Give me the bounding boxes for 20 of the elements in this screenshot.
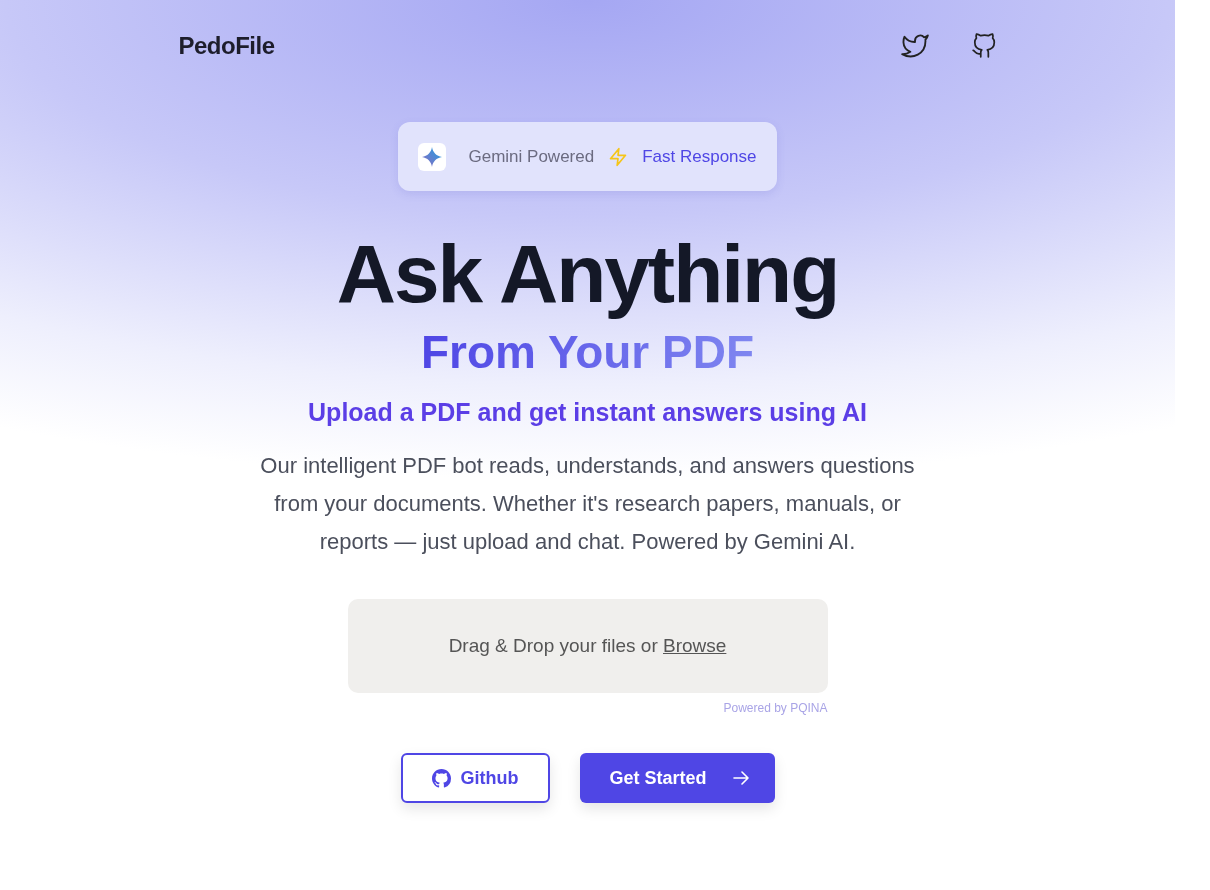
github-button[interactable]: Github	[400, 753, 550, 804]
lightning-icon	[608, 145, 629, 168]
arrow-right-icon	[732, 771, 749, 786]
github-link[interactable]	[970, 32, 997, 60]
github-icon	[431, 768, 451, 788]
twitter-link[interactable]	[900, 34, 929, 58]
browse-link[interactable]: Browse	[663, 635, 727, 657]
drop-instructions: Drag & Drop your files or Browse	[448, 635, 727, 658]
tagline: Upload a PDF and get instant answers using AI	[308, 398, 867, 428]
brand-logo-text[interactable]: PedoFile	[178, 32, 275, 60]
badge-label: Fast Response	[642, 146, 757, 167]
file-drop-zone[interactable]: Drag & Drop your files or Browse	[347, 599, 828, 694]
github-icon	[970, 32, 997, 60]
hero-title: Ask Anything	[336, 231, 839, 318]
sparkle-logo-icon	[418, 142, 447, 171]
powered-by-credit: Powered by PQINA	[723, 701, 828, 716]
badge-label: Gemini Powered	[468, 146, 595, 167]
description: Our intelligent PDF bot reads, understands, and answers questions from your documents. Whether it's research papers, manuals, or reports — just upload and chat. Powered by Gemini AI.	[259, 452, 916, 557]
twitter-bird-icon	[900, 34, 929, 58]
get-started-button[interactable]: Get Started	[579, 753, 775, 804]
